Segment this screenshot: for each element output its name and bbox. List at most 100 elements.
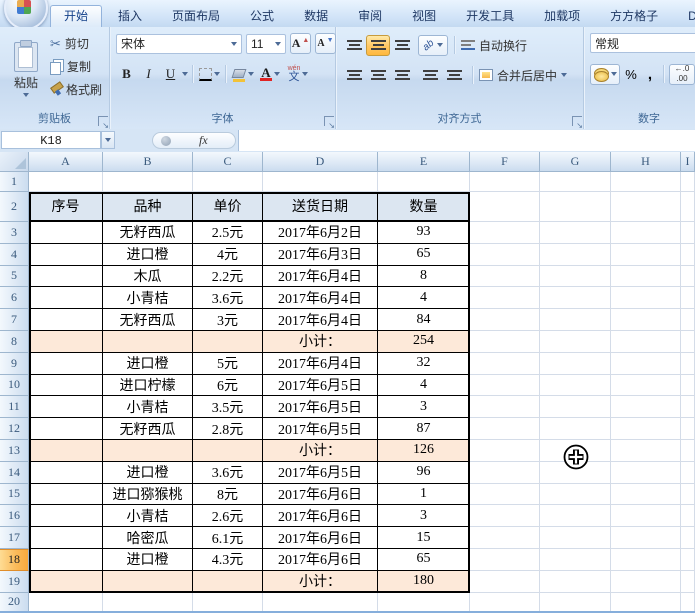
cell[interactable]: [611, 331, 681, 353]
ribbon-tab[interactable]: 加载项: [530, 5, 594, 27]
cell[interactable]: [470, 505, 540, 527]
cell[interactable]: [540, 505, 611, 527]
table-cell[interactable]: 65: [378, 244, 470, 266]
table-cell[interactable]: [29, 505, 103, 527]
ribbon-tab[interactable]: 开始: [50, 5, 102, 27]
cell[interactable]: [470, 375, 540, 397]
table-cell[interactable]: [29, 266, 103, 288]
cell[interactable]: [470, 571, 540, 593]
table-cell[interactable]: [29, 309, 103, 331]
table-cell[interactable]: 进口猕猴桃: [103, 484, 193, 506]
subtotal-cell[interactable]: [193, 571, 263, 593]
cell[interactable]: [470, 287, 540, 309]
row-header[interactable]: 16: [0, 505, 29, 527]
table-cell[interactable]: 93: [378, 222, 470, 244]
table-cell[interactable]: 2017年6月4日: [263, 353, 378, 375]
table-cell[interactable]: [29, 527, 103, 549]
ribbon-tab[interactable]: 审阅: [344, 5, 396, 27]
cell[interactable]: [540, 484, 611, 506]
table-cell[interactable]: 8: [378, 266, 470, 288]
row-header[interactable]: 4: [0, 244, 29, 266]
format-painter-button[interactable]: 格式刷: [50, 81, 102, 98]
row-header[interactable]: 3: [0, 222, 29, 244]
cell[interactable]: [263, 172, 378, 192]
fill-color-dropdown-icon[interactable]: [248, 72, 254, 76]
formula-input[interactable]: [238, 130, 695, 151]
align-middle-button[interactable]: [366, 35, 390, 56]
column-header[interactable]: E: [378, 152, 470, 172]
row-header[interactable]: 10: [0, 375, 29, 397]
cell[interactable]: [470, 244, 540, 266]
table-cell[interactable]: 2017年6月6日: [263, 527, 378, 549]
cell[interactable]: [378, 172, 470, 192]
table-cell[interactable]: [29, 484, 103, 506]
cell[interactable]: [540, 571, 611, 593]
cell[interactable]: [470, 593, 540, 612]
cell[interactable]: [540, 418, 611, 440]
table-cell[interactable]: 进口柠檬: [103, 375, 193, 397]
cell[interactable]: [681, 462, 695, 484]
subtotal-label-cell[interactable]: 小计：: [263, 331, 378, 353]
table-cell[interactable]: 2017年6月5日: [263, 396, 378, 418]
cell[interactable]: [470, 549, 540, 571]
subtotal-cell[interactable]: [193, 331, 263, 353]
table-cell[interactable]: 4.3元: [193, 549, 263, 571]
table-cell[interactable]: 65: [378, 549, 470, 571]
phonetic-dropdown-icon[interactable]: [302, 72, 308, 76]
wrap-text-button[interactable]: 自动换行: [461, 37, 527, 54]
borders-dropdown-icon[interactable]: [214, 72, 220, 76]
cell[interactable]: [611, 418, 681, 440]
table-cell[interactable]: 3: [378, 505, 470, 527]
cell[interactable]: [681, 244, 695, 266]
paste-dropdown-icon[interactable]: [23, 93, 29, 97]
table-cell[interactable]: 2017年6月6日: [263, 484, 378, 506]
cell[interactable]: [611, 571, 681, 593]
cell[interactable]: [29, 593, 103, 612]
table-cell[interactable]: [29, 549, 103, 571]
cell[interactable]: [681, 287, 695, 309]
orientation-button[interactable]: ab: [418, 35, 448, 56]
cell[interactable]: [681, 418, 695, 440]
row-header[interactable]: 18: [0, 549, 29, 571]
row-header[interactable]: 20: [0, 593, 29, 612]
cell[interactable]: [470, 462, 540, 484]
cell[interactable]: [470, 440, 540, 462]
cell[interactable]: [540, 192, 611, 222]
row-header[interactable]: 9: [0, 353, 29, 375]
table-cell[interactable]: 4: [378, 375, 470, 397]
column-header[interactable]: F: [470, 152, 540, 172]
table-cell[interactable]: [29, 287, 103, 309]
font-color-dropdown-icon[interactable]: [274, 72, 280, 76]
cell[interactable]: [540, 309, 611, 331]
font-color-button[interactable]: A: [257, 64, 283, 85]
table-cell[interactable]: 4元: [193, 244, 263, 266]
table-cell[interactable]: [29, 375, 103, 397]
row-header[interactable]: 6: [0, 287, 29, 309]
table-cell[interactable]: 进口橙: [103, 353, 193, 375]
table-cell[interactable]: 2017年6月4日: [263, 309, 378, 331]
cell[interactable]: [103, 593, 193, 612]
ribbon-tab[interactable]: 视图: [398, 5, 450, 27]
shrink-font-button[interactable]: A▼: [315, 33, 336, 54]
font-name-dropdown-icon[interactable]: [231, 42, 237, 46]
cell[interactable]: [470, 396, 540, 418]
underline-dropdown-icon[interactable]: [182, 72, 188, 76]
underline-button[interactable]: U: [160, 64, 181, 85]
table-cell[interactable]: 96: [378, 462, 470, 484]
subtotal-label-cell[interactable]: 小计：: [263, 440, 378, 462]
table-cell[interactable]: 2017年6月6日: [263, 549, 378, 571]
table-cell[interactable]: 84: [378, 309, 470, 331]
row-header[interactable]: 5: [0, 266, 29, 288]
row-header[interactable]: 1: [0, 172, 29, 192]
table-cell[interactable]: 2017年6月2日: [263, 222, 378, 244]
table-cell[interactable]: 进口橙: [103, 244, 193, 266]
table-header-cell[interactable]: 序号: [29, 192, 103, 222]
cell[interactable]: [681, 309, 695, 331]
cell[interactable]: [470, 484, 540, 506]
cell[interactable]: [681, 192, 695, 222]
cell[interactable]: [470, 331, 540, 353]
cell[interactable]: [611, 172, 681, 192]
grow-font-button[interactable]: A▲: [290, 33, 311, 54]
table-cell[interactable]: 2017年6月5日: [263, 418, 378, 440]
subtotal-cell[interactable]: [103, 571, 193, 593]
